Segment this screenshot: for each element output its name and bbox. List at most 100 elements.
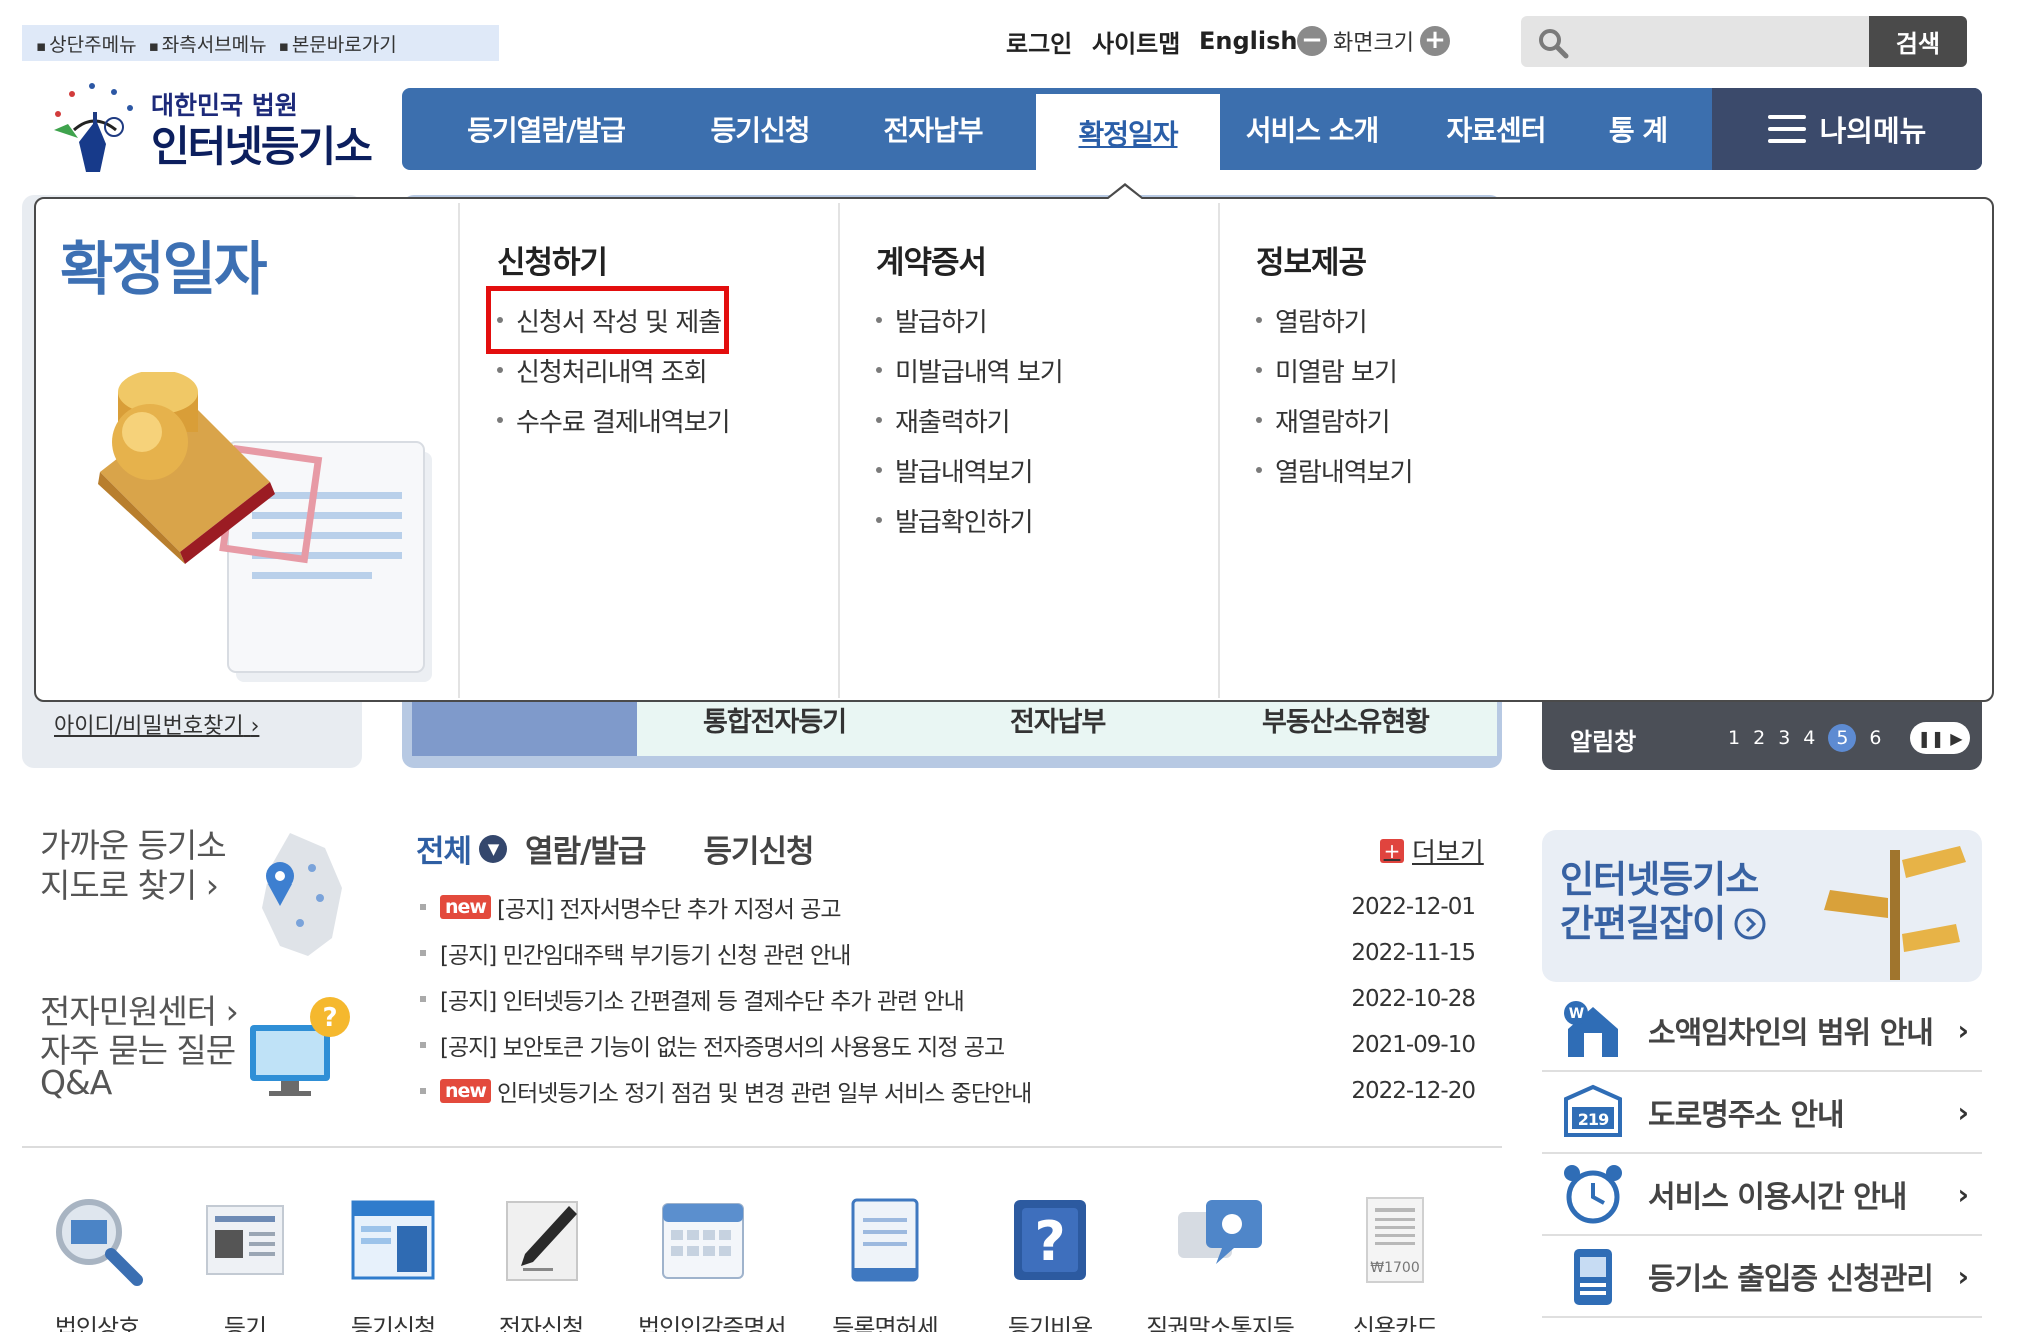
- link-small-tenant[interactable]: W 소액임차인의 범위 안내 ›: [1542, 990, 1982, 1072]
- search-input[interactable]: [1581, 22, 1881, 60]
- my-menu-label: 나의메뉴: [1819, 114, 1927, 148]
- skip-link-top-menu[interactable]: 상단주메뉴: [36, 30, 136, 57]
- zoom-in-icon[interactable]: +: [1419, 26, 1450, 56]
- magnifier-icon: [56, 1199, 143, 1286]
- my-menu-button[interactable]: 나의메뉴: [1712, 88, 1982, 170]
- quick-tab-e-payment[interactable]: 전자납부: [1010, 700, 1106, 739]
- quick-icon-corp-name[interactable]: 법인상호: [32, 1192, 162, 1332]
- tab-all-label: 전체: [416, 834, 472, 870]
- pager-item[interactable]: 3: [1778, 727, 1790, 749]
- faq-link[interactable]: 자주 묻는 질문 Q&A: [40, 1034, 236, 1102]
- nav-service-intro[interactable]: 서비스 소개: [1220, 88, 1404, 170]
- quick-tab-property[interactable]: 부동산소유현황: [1262, 700, 1430, 739]
- faq-line2: Q&A: [40, 1063, 112, 1102]
- skip-links: 상단주메뉴 좌측서브메뉴 본문바로가기: [22, 25, 499, 61]
- menu-item-unissued[interactable]: 미발급내역 보기: [876, 345, 1064, 395]
- more-link[interactable]: + 더보기: [1380, 832, 1484, 869]
- pager-item[interactable]: 1: [1728, 727, 1740, 749]
- menu-item-unviewed[interactable]: 미열람 보기: [1256, 345, 1413, 395]
- quick-icon-label: 신용카드: [1352, 1314, 1438, 1332]
- menu-item-view[interactable]: 열람하기: [1256, 295, 1413, 345]
- alarm-play-pause[interactable]: ❚❚ ▶: [1910, 722, 1970, 754]
- quick-icon-registry-apply[interactable]: 등기신청: [328, 1192, 458, 1332]
- nav-registry-view[interactable]: 등기열람/발급: [402, 88, 690, 170]
- notice-title[interactable]: [공지] 민간임대주택 부기등기 신청 관련 안내: [440, 936, 851, 970]
- pause-icon[interactable]: ❚❚: [1917, 729, 1944, 748]
- menu-item-review[interactable]: 재열람하기: [1256, 395, 1413, 445]
- search-icon: [1539, 29, 1569, 59]
- logo-title[interactable]: 인터넷등기소: [151, 113, 373, 174]
- pager-item[interactable]: 2: [1753, 727, 1765, 749]
- find-id-password-link[interactable]: 아이디/비밀번호찾기 ›: [54, 708, 259, 740]
- quick-icon-registry[interactable]: 등기: [180, 1192, 310, 1332]
- quick-icon-label: 등록면허세: [832, 1314, 938, 1332]
- menu-item-reprint[interactable]: 재출력하기: [876, 395, 1063, 445]
- sitemap-link[interactable]: 사이트맵: [1092, 22, 1180, 60]
- alarm-title: 알림창: [1570, 728, 1637, 756]
- notice-row[interactable]: [공지] 민간임대주택 부기등기 신청 관련 안내 2022-11-15: [420, 930, 1476, 976]
- zoom-label: 화면크기: [1333, 31, 1414, 56]
- nearby-registry-link[interactable]: 가까운 등기소 지도로 찾기 ›: [40, 826, 227, 906]
- quick-icon-seal-cert[interactable]: 법인인감증명서: [638, 1192, 787, 1332]
- easy-guide-title[interactable]: 인터넷등기소 간편길잡이: [1560, 858, 1767, 946]
- browser-window-icon: [351, 1200, 435, 1280]
- menu-item-view-history[interactable]: 열람내역보기: [1256, 445, 1414, 495]
- right-link-label: 소액임차인의 범위 안내: [1648, 1016, 1934, 1051]
- notice-title[interactable]: 인터넷등기소 정기 점검 및 변경 관련 일부 서비스 중단안내: [497, 1074, 1032, 1108]
- chevron-right-icon: ›: [225, 992, 239, 1031]
- menu-item-fee-history[interactable]: 수수료 결제내역보기: [497, 395, 731, 445]
- search-button[interactable]: 검색: [1869, 16, 1967, 67]
- quick-icon-label: 전자신청: [498, 1314, 584, 1332]
- nav-e-payment[interactable]: 전자납부: [830, 88, 1036, 170]
- menu-item-issue-history[interactable]: 발급내역보기: [876, 445, 1063, 495]
- svg-text:W: W: [1569, 1006, 1584, 1022]
- quick-icon-license-tax[interactable]: 등록면허세: [820, 1192, 950, 1332]
- notice-title[interactable]: [공지] 보안토큰 기능이 없는 전자증명서의 사용용도 지정 공고: [440, 1028, 1005, 1062]
- e-civil-center-link[interactable]: 전자민원센터 ›: [40, 985, 239, 1033]
- quick-icon-registry-cost[interactable]: ? 등기비용: [985, 1192, 1115, 1332]
- korea-map-icon: [262, 833, 342, 956]
- menu-item-issue[interactable]: 발급하기: [876, 295, 1063, 345]
- notice-title[interactable]: [공지] 전자서명수단 추가 지정서 공고: [497, 890, 842, 924]
- quick-icon-credit-card[interactable]: ₩1700 신용카드: [1330, 1192, 1460, 1332]
- alarm-pager: 1 2 3 4 5 6: [1728, 724, 1881, 752]
- quick-tab-integrated[interactable]: 통합전자등기: [703, 700, 847, 739]
- english-link[interactable]: English: [1199, 22, 1297, 60]
- tab-view-issue[interactable]: 열람/발급: [525, 826, 646, 871]
- zoom-out-icon[interactable]: −: [1297, 26, 1327, 56]
- quick-tab-active[interactable]: [412, 693, 637, 756]
- tab-all[interactable]: 전체 ▼: [416, 826, 508, 871]
- dropdown-list-info: 열람하기 미열람 보기 재열람하기 열람내역보기: [1256, 295, 1414, 495]
- notice-row[interactable]: new [공지] 전자서명수단 추가 지정서 공고 2022-12-01: [420, 884, 1476, 930]
- pager-item[interactable]: 6: [1869, 727, 1881, 749]
- notice-title[interactable]: [공지] 인터넷등기소 간편결제 등 결제수단 추가 관련 안내: [440, 982, 965, 1016]
- nav-data-center[interactable]: 자료센터: [1404, 88, 1588, 170]
- skip-link-content[interactable]: 본문바로가기: [279, 30, 397, 57]
- nav-statistics[interactable]: 통 계: [1588, 88, 1688, 170]
- nav-registry-apply[interactable]: 등기신청: [690, 88, 830, 170]
- notice-row[interactable]: new 인터넷등기소 정기 점검 및 변경 관련 일부 서비스 중단안내 202…: [420, 1068, 1476, 1114]
- skip-link-left-menu[interactable]: 좌측서브메뉴: [149, 30, 267, 57]
- quick-icon-e-apply[interactable]: 전자신청: [476, 1192, 606, 1332]
- notice-row[interactable]: [공지] 보안토큰 기능이 없는 전자증명서의 사용용도 지정 공고 2021-…: [420, 1022, 1476, 1068]
- tab-registry-apply[interactable]: 등기신청: [703, 826, 814, 871]
- link-entry-pass[interactable]: 등기소 출입증 신청관리 ›: [1542, 1236, 1982, 1318]
- help-monitor-icon: ?: [250, 997, 350, 1096]
- login-link[interactable]: 로그인: [1006, 22, 1072, 60]
- quick-icon-cancel-notice[interactable]: 직권말소통지등: [1145, 1192, 1295, 1332]
- chevron-right-icon: ›: [1957, 1013, 1969, 1047]
- right-link-list: W 소액임차인의 범위 안내 › 219 도로명주소 안내 › 서비스 이용시간…: [1542, 990, 1982, 1318]
- link-road-address[interactable]: 219 도로명주소 안내 ›: [1542, 1072, 1982, 1154]
- new-badge: new: [440, 895, 491, 919]
- menu-item-issue-verify[interactable]: 발급확인하기: [876, 495, 1063, 545]
- pager-item[interactable]: 4: [1803, 727, 1815, 749]
- quick-icon-label: 등기비용: [1007, 1314, 1093, 1332]
- notice-row[interactable]: [공지] 인터넷등기소 간편결제 등 결제수단 추가 관련 안내 2022-10…: [420, 976, 1476, 1022]
- nav-fixed-date[interactable]: 확정일자: [1036, 94, 1220, 172]
- pager-item-current[interactable]: 5: [1828, 724, 1857, 752]
- dropdown-list-contract: 발급하기 미발급내역 보기 재출력하기 발급내역보기 발급확인하기: [876, 295, 1064, 545]
- link-service-hours[interactable]: 서비스 이용시간 안내 ›: [1542, 1154, 1982, 1236]
- play-icon[interactable]: ▶: [1950, 729, 1962, 748]
- highlight-box: [486, 286, 729, 354]
- section-divider: [22, 1146, 1502, 1148]
